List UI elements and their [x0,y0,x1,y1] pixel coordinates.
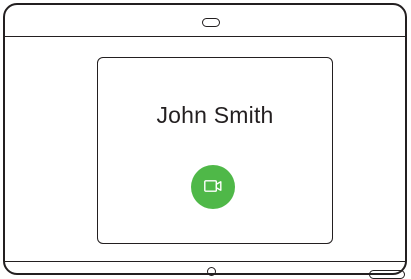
bottom-bezel-divider [5,261,405,262]
incoming-call-card: John Smith [97,57,333,244]
home-button[interactable] [207,267,216,276]
video-camera-icon [204,180,222,192]
video-call-button[interactable] [191,165,235,209]
tablet-frame: John Smith [3,3,407,279]
top-bezel-divider [5,36,405,37]
side-slot-icon [369,270,405,279]
front-camera-icon [202,18,220,27]
caller-name: John Smith [156,102,274,128]
